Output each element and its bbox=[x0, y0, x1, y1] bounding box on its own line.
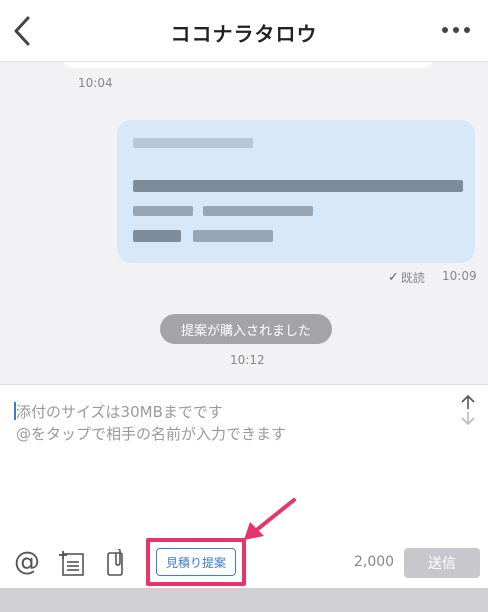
template-list-icon[interactable] bbox=[58, 549, 86, 577]
estimate-proposal-button[interactable]: 見積り提案 bbox=[156, 548, 236, 576]
system-message: 提案が購入されました bbox=[160, 314, 332, 344]
message-input[interactable]: 添付のサイズは30MBまでです @をタップで相手の名前が入力できます bbox=[16, 401, 286, 445]
more-dot bbox=[453, 27, 459, 33]
read-status: ✓ 既読 bbox=[388, 269, 425, 286]
message-time: 10:09 bbox=[442, 269, 477, 283]
blurred-text bbox=[133, 138, 253, 148]
check-icon: ✓ bbox=[388, 270, 399, 285]
send-button[interactable]: 送信 bbox=[404, 548, 480, 578]
chat-title: ココナラタロウ bbox=[170, 22, 318, 46]
blurred-text bbox=[133, 230, 181, 242]
system-message-time: 10:12 bbox=[230, 353, 265, 367]
blurred-text bbox=[133, 206, 193, 216]
char-count: 2,000 bbox=[354, 554, 395, 570]
bottom-bar bbox=[0, 588, 488, 612]
more-dots-icon[interactable] bbox=[442, 27, 470, 37]
expand-arrows-icon[interactable] bbox=[458, 393, 478, 427]
chat-thread[interactable]: 10:04 ✓ 既読 10:09 提案が購入されました 10:12 bbox=[0, 62, 488, 384]
message-time: 10:04 bbox=[78, 76, 113, 90]
blurred-text bbox=[203, 206, 313, 216]
more-dot bbox=[464, 27, 470, 33]
blurred-text bbox=[193, 230, 273, 242]
annotation-arrow-icon bbox=[244, 498, 296, 540]
blurred-text bbox=[133, 180, 463, 192]
previous-message-bubble bbox=[62, 62, 434, 68]
attachment-clip-icon[interactable] bbox=[104, 549, 132, 577]
mention-at-icon[interactable]: @ bbox=[14, 547, 40, 577]
more-dot bbox=[442, 27, 448, 33]
chat-header: ココナラタロウ bbox=[0, 0, 488, 62]
read-label: 既読 bbox=[400, 271, 425, 285]
sent-message-bubble[interactable] bbox=[117, 120, 475, 263]
